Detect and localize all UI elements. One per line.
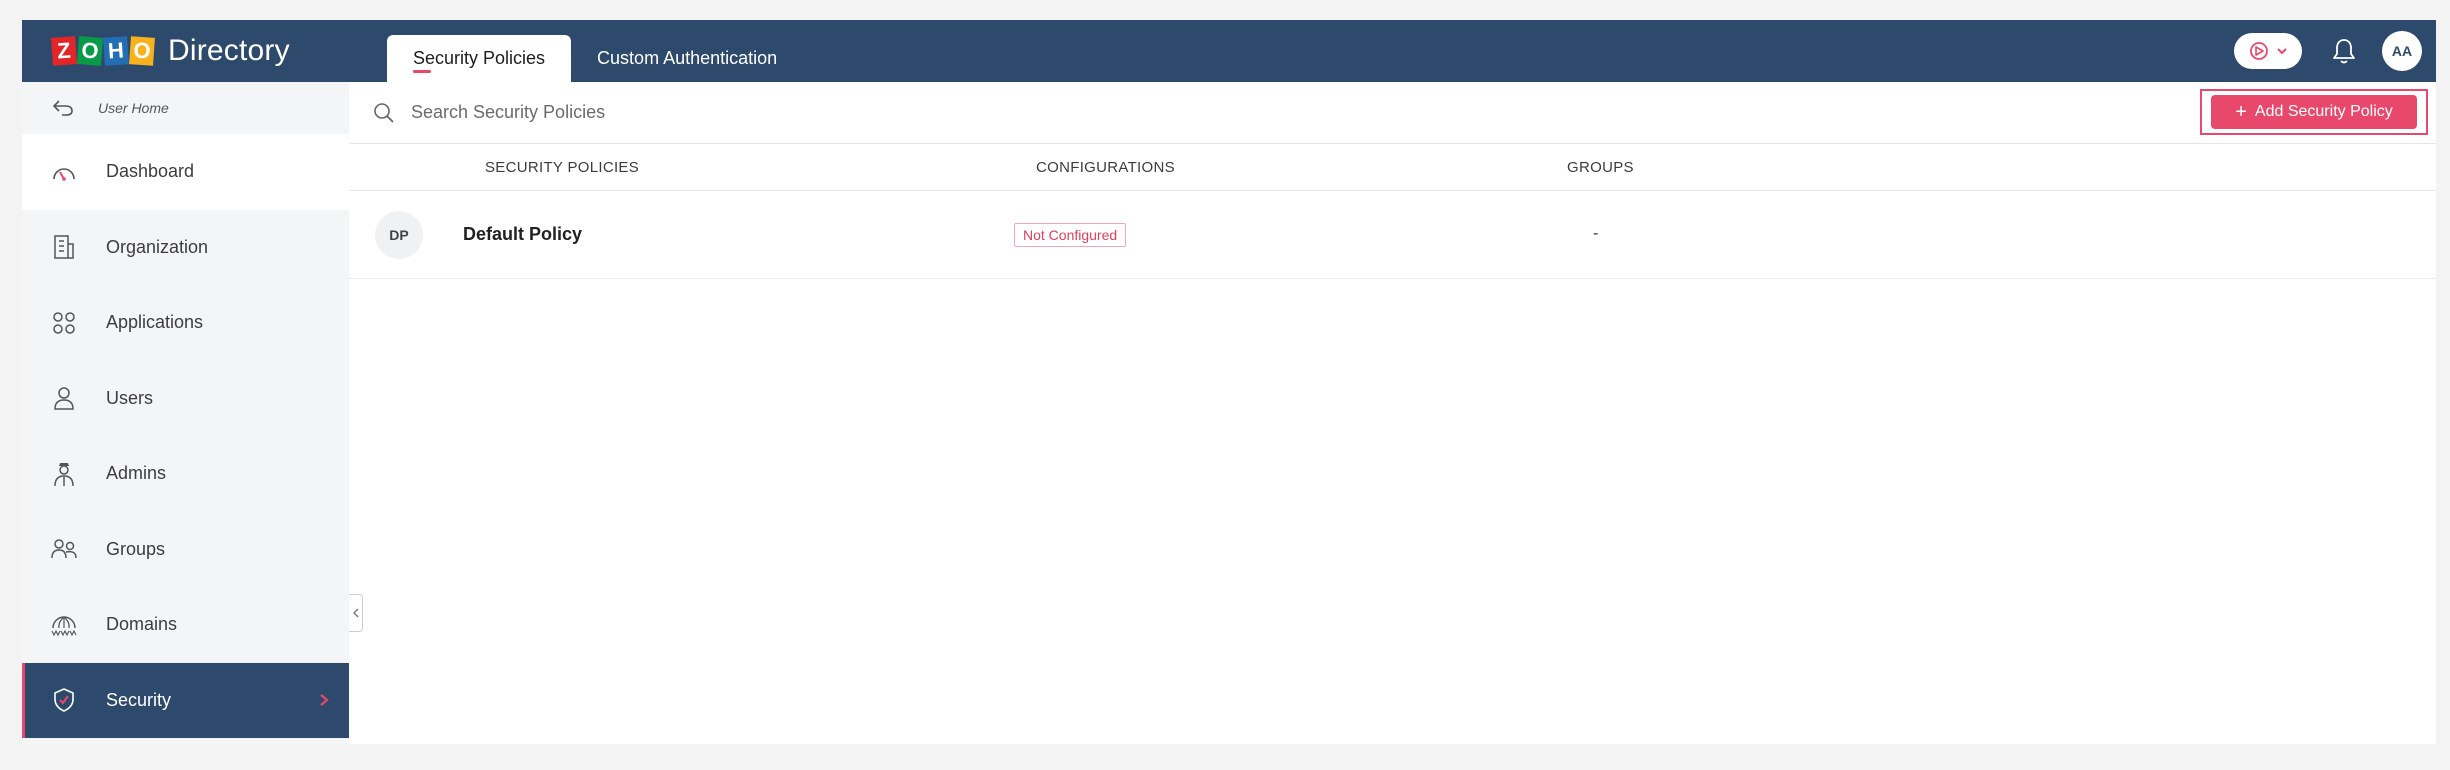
- sidebar-item-label: Security: [106, 689, 172, 710]
- search-bar: + Add Security Policy: [349, 82, 2436, 144]
- add-security-policy-button[interactable]: + Add Security Policy: [2211, 95, 2417, 129]
- back-label: User Home: [98, 100, 169, 116]
- tab-custom-authentication[interactable]: Custom Authentication: [571, 35, 803, 82]
- sidebar-item-label: Groups: [106, 538, 166, 559]
- sidebar-item-applications[interactable]: Applications: [22, 285, 349, 361]
- notifications-button[interactable]: [2326, 33, 2362, 69]
- sidebar-item-domains[interactable]: Domains: [22, 587, 349, 663]
- shield-icon: [50, 686, 78, 714]
- sidebar-item-security[interactable]: Security: [22, 662, 349, 738]
- policy-avatar: DP: [375, 211, 423, 259]
- group-icon: [50, 535, 78, 563]
- top-bar: Z O H O Directory Security Policies Cust…: [22, 20, 2436, 82]
- gauge-icon: [50, 158, 78, 186]
- logo-tile-h: H: [103, 36, 129, 66]
- column-header-groups[interactable]: GROUPS: [1567, 159, 1634, 176]
- policy-name[interactable]: Default Policy: [463, 224, 582, 245]
- sidebar-item-admins[interactable]: Admins: [22, 436, 349, 512]
- header-tabs: Security Policies Custom Authentication: [387, 35, 803, 82]
- quick-access-dropdown[interactable]: [2234, 33, 2302, 69]
- back-arrow-icon: [52, 100, 73, 116]
- zoho-directory-logo[interactable]: Z O H O Directory: [51, 34, 290, 68]
- back-to-user-home[interactable]: User Home: [22, 82, 349, 134]
- status-badge: Not Configured: [1014, 223, 1127, 247]
- app-window: Z O H O Directory Security Policies Cust…: [22, 20, 2436, 744]
- sidebar-item-users[interactable]: Users: [22, 361, 349, 437]
- sidebar-item-organization[interactable]: Organization: [22, 210, 349, 286]
- chevron-right-icon: [320, 694, 329, 707]
- plus-icon: +: [2235, 101, 2247, 123]
- logo-tile-z: Z: [51, 36, 77, 66]
- column-header-security-policies[interactable]: SECURITY POLICIES: [485, 159, 639, 176]
- search-input[interactable]: [411, 102, 1011, 123]
- sidebar-item-groups[interactable]: Groups: [22, 512, 349, 588]
- main-content: + Add Security Policy SECURITY POLICIES …: [349, 82, 2436, 744]
- product-name: Directory: [168, 34, 290, 67]
- header-actions: AA: [2234, 31, 2422, 71]
- sidebar-item-label: Organization: [106, 236, 209, 257]
- zoho-logo-tiles: Z O H O: [51, 36, 156, 66]
- globe-icon: [50, 611, 78, 639]
- policy-groups: -: [1593, 225, 1599, 242]
- timer-icon: [2250, 42, 2268, 60]
- sidebar-item-label: Applications: [106, 312, 204, 333]
- add-security-policy-highlight: + Add Security Policy: [2200, 89, 2428, 135]
- chevron-down-icon: [2277, 48, 2287, 55]
- user-icon: [50, 384, 78, 412]
- bell-icon: [2333, 39, 2355, 64]
- table-row[interactable]: DP Default Policy Not Configured -: [349, 191, 2436, 279]
- tab-security-policies[interactable]: Security Policies: [387, 35, 572, 82]
- admin-icon: [50, 460, 78, 488]
- sidebar-item-label: Domains: [106, 614, 178, 635]
- sidebar-item-dashboard[interactable]: Dashboard: [22, 134, 349, 210]
- user-avatar[interactable]: AA: [2382, 31, 2422, 71]
- logo-tile-o: O: [76, 36, 104, 66]
- grid-icon: [50, 309, 78, 337]
- sidebar-item-label: Dashboard: [106, 161, 195, 182]
- building-icon: [50, 233, 78, 261]
- table-header: SECURITY POLICIES CONFIGURATIONS GROUPS: [349, 144, 2436, 191]
- sidebar: User Home Dashboard Organization Applica…: [22, 82, 349, 744]
- sidebar-item-label: Admins: [106, 463, 167, 484]
- search-icon: [374, 102, 394, 123]
- add-button-label: Add Security Policy: [2254, 103, 2393, 120]
- column-header-configurations[interactable]: CONFIGURATIONS: [1036, 159, 1175, 176]
- sidebar-item-label: Users: [106, 387, 154, 408]
- logo-tile-o2: O: [129, 36, 155, 66]
